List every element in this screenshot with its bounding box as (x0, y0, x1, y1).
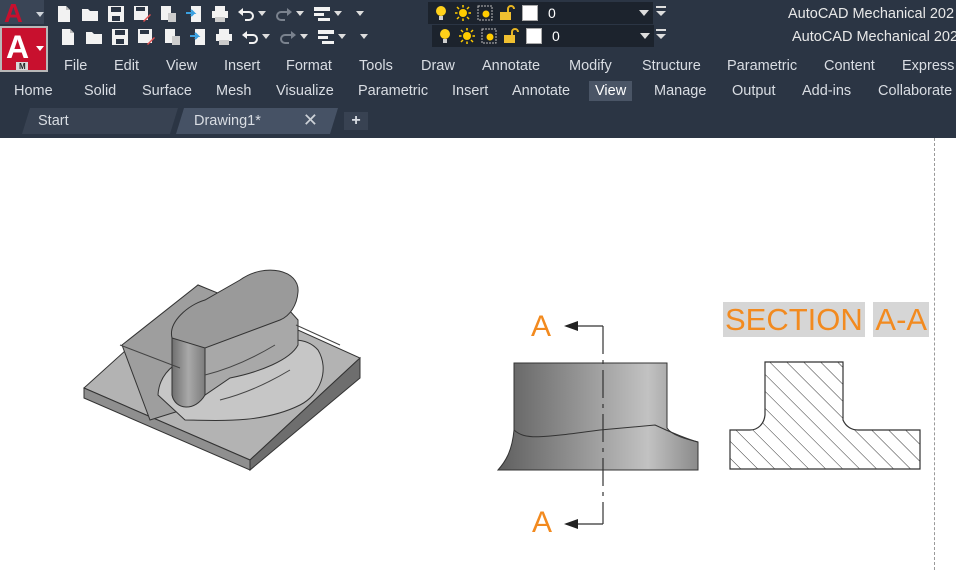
ribbon-tab-visualize[interactable]: Visualize (270, 81, 340, 101)
redo-icon[interactable] (274, 4, 294, 24)
customize-dropdown-icon[interactable] (360, 27, 368, 47)
window-title-2: AutoCAD Mechanical 202 (792, 29, 956, 45)
ribbon-tab-annotate[interactable]: Annotate (506, 81, 576, 101)
workspace-dropdown-icon[interactable] (334, 4, 342, 24)
menu-edit[interactable]: Edit (114, 58, 139, 74)
ribbon-tab-collaborate[interactable]: Collaborate (872, 81, 956, 101)
section-title: SECTION A-A (723, 301, 930, 339)
viewport-boundary (934, 138, 935, 570)
quick-access-toolbar-2 (58, 25, 376, 49)
layer-name: 0 (548, 5, 556, 21)
front-view[interactable] (496, 362, 699, 471)
ribbon-tab-surface[interactable]: Surface (136, 81, 198, 101)
open-icon[interactable] (84, 27, 104, 47)
cut-label-bottom: A (532, 506, 553, 539)
quick-access-toolbar (54, 2, 372, 26)
import-icon[interactable] (188, 27, 208, 47)
customize-dropdown-icon[interactable] (356, 4, 364, 24)
ribbon-tab-insert[interactable]: Insert (446, 81, 494, 101)
sun-icon[interactable] (454, 4, 472, 22)
workspace-icon[interactable] (316, 27, 336, 47)
menu-format[interactable]: Format (286, 58, 332, 74)
publish-icon[interactable] (162, 27, 182, 47)
redo-dropdown-icon[interactable] (300, 27, 308, 47)
layer-color-swatch (526, 28, 542, 44)
svg-text:A: A (6, 29, 29, 65)
save-icon[interactable] (106, 4, 126, 24)
menu-insert[interactable]: Insert (224, 58, 260, 74)
redo-icon[interactable] (278, 27, 298, 47)
redo-dropdown-icon[interactable] (296, 4, 304, 24)
import-icon[interactable] (184, 4, 204, 24)
menu-draw[interactable]: Draw (421, 58, 455, 74)
layer-properties-dropdown-icon[interactable] (656, 29, 666, 44)
svg-text:A: A (4, 0, 23, 28)
svg-text:M: M (19, 62, 26, 71)
menu-tools[interactable]: Tools (359, 58, 393, 74)
menu-view[interactable]: View (166, 58, 197, 74)
window-title: AutoCAD Mechanical 202 (788, 6, 955, 22)
menu-structure[interactable]: Structure (642, 58, 701, 74)
ribbon-tab-view[interactable]: View (589, 81, 633, 101)
ribbon-tab-home[interactable]: Home (8, 81, 59, 101)
workspace-dropdown-icon[interactable] (338, 27, 346, 47)
lightbulb-icon[interactable] (436, 27, 454, 45)
save-as-icon[interactable] (132, 4, 152, 24)
layer-dropdown-icon[interactable] (640, 31, 654, 42)
new-tab-plus-icon[interactable]: + (344, 112, 368, 130)
drawing-canvas[interactable] (0, 138, 956, 570)
ribbon-tab-parametric[interactable]: Parametric (352, 81, 434, 101)
ribbon-tab-mesh[interactable]: Mesh (210, 81, 257, 101)
freeze-viewport-icon[interactable] (480, 27, 498, 45)
isometric-3d-model[interactable] (83, 269, 361, 472)
undo-icon[interactable] (236, 4, 256, 24)
new-icon[interactable] (58, 27, 78, 47)
menu-file[interactable]: File (64, 58, 87, 74)
menu-parametric[interactable]: Parametric (727, 58, 797, 74)
open-icon[interactable] (80, 4, 100, 24)
doc-tab-start[interactable]: Start (22, 108, 178, 134)
plot-icon[interactable] (210, 4, 230, 24)
undo-dropdown-icon[interactable] (262, 27, 270, 47)
freeze-viewport-icon[interactable] (476, 4, 494, 22)
layer-name: 0 (552, 28, 560, 44)
save-as-icon[interactable] (136, 27, 156, 47)
layer-dropdown-icon[interactable] (639, 8, 653, 19)
menu-content[interactable]: Content (824, 58, 875, 74)
cut-label-top: A (531, 310, 552, 343)
layer-properties-dropdown-icon[interactable] (656, 6, 666, 21)
save-icon[interactable] (110, 27, 130, 47)
autocad-logo-icon[interactable]: A A M (0, 0, 50, 72)
layer-control-2[interactable]: 0 (432, 25, 654, 47)
ribbon-tab-manage[interactable]: Manage (648, 81, 712, 101)
ribbon-tab-output[interactable]: Output (726, 81, 782, 101)
section-view[interactable] (729, 361, 921, 470)
menu-annotate[interactable]: Annotate (482, 58, 540, 74)
layer-color-swatch (522, 5, 538, 21)
undo-dropdown-icon[interactable] (258, 4, 266, 24)
section-title-word: SECTION (723, 302, 865, 337)
sun-icon[interactable] (458, 27, 476, 45)
workspace-icon[interactable] (312, 4, 332, 24)
new-icon[interactable] (54, 4, 74, 24)
menu-express[interactable]: Express (902, 58, 954, 74)
doc-tab-drawing1[interactable]: Drawing1* ✕ (176, 108, 338, 134)
ribbon-tab-solid[interactable]: Solid (78, 81, 122, 101)
ribbon-tab-add-ins[interactable]: Add-ins (796, 81, 857, 101)
lock-icon[interactable] (502, 27, 520, 45)
doc-tab-label: Start (38, 113, 69, 129)
undo-icon[interactable] (240, 27, 260, 47)
layer-control[interactable]: 0 (428, 2, 653, 24)
publish-icon[interactable] (158, 4, 178, 24)
menu-modify[interactable]: Modify (569, 58, 612, 74)
lightbulb-icon[interactable] (432, 4, 450, 22)
section-title-id: A-A (873, 302, 930, 337)
close-icon[interactable]: ✕ (303, 110, 318, 131)
doc-tab-label: Drawing1* (194, 113, 261, 129)
plot-icon[interactable] (214, 27, 234, 47)
lock-icon[interactable] (498, 4, 516, 22)
